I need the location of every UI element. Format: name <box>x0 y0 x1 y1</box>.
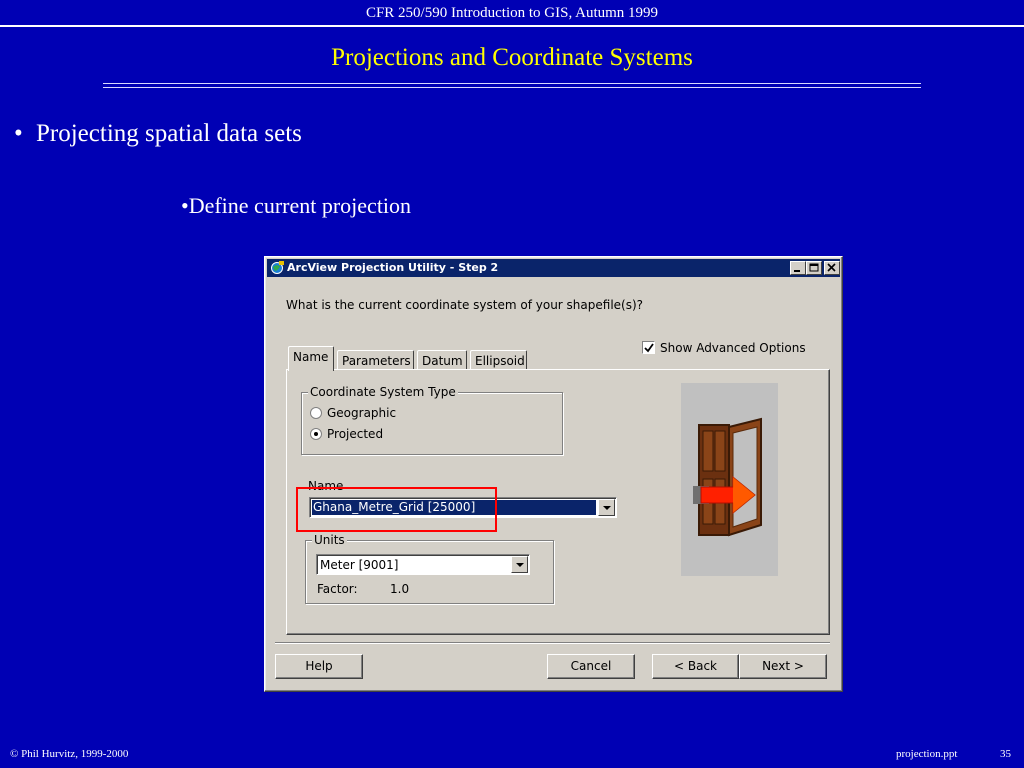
footer-filename: projection.ppt <box>896 748 958 760</box>
checkmark-icon <box>644 343 654 353</box>
slide-title: Projections and Coordinate Systems <box>331 44 693 71</box>
projection-utility-dialog: ArcView Projection Utility - Step 2 What… <box>264 256 843 692</box>
back-button[interactable]: < Back <box>652 654 739 679</box>
radio-geographic[interactable]: Geographic <box>310 406 396 420</box>
radio-projected[interactable]: Projected <box>310 427 383 441</box>
chevron-down-icon <box>603 506 611 510</box>
maximize-button[interactable] <box>806 261 822 275</box>
units-dropdown-arrow[interactable] <box>511 556 528 573</box>
tab-parameters[interactable]: Parameters <box>337 350 414 370</box>
coordinate-system-type-legend: Coordinate System Type <box>308 385 458 399</box>
slide-header: CFR 250/590 Introduction to GIS, Autumn … <box>0 0 1024 27</box>
help-button[interactable]: Help <box>275 654 363 679</box>
coordinate-system-question: What is the current coordinate system of… <box>286 298 644 312</box>
bullet-define-projection: •Define current projection <box>181 193 412 218</box>
dialog-titlebar[interactable]: ArcView Projection Utility - Step 2 <box>267 259 840 277</box>
chevron-down-icon <box>516 563 524 567</box>
maximize-icon <box>809 263 819 272</box>
bullet-projecting: • Projecting spatial data sets <box>14 120 302 148</box>
radio-projected-label: Projected <box>327 427 384 441</box>
tab-datum[interactable]: Datum <box>417 350 467 370</box>
cancel-button[interactable]: Cancel <box>547 654 635 679</box>
radio-button-selected[interactable] <box>310 428 322 440</box>
footer-page-number: 35 <box>1000 748 1011 760</box>
show-advanced-options-checkbox[interactable]: Show Advanced Options <box>642 341 806 355</box>
bullet-dot-icon: • <box>14 120 23 147</box>
footer-copyright: © Phil Hurvitz, 1999-2000 <box>10 748 129 760</box>
title-divider <box>103 83 921 88</box>
button-separator <box>275 642 830 644</box>
show-advanced-label: Show Advanced Options <box>660 341 806 355</box>
close-button[interactable] <box>824 261 840 275</box>
tab-ellipsoid[interactable]: Ellipsoid <box>470 350 527 370</box>
open-door-arrow-icon <box>693 417 762 537</box>
arcview-globe-icon <box>271 261 284 274</box>
checkbox-box[interactable] <box>642 341 655 354</box>
bullet-1-text: Projecting spatial data sets <box>36 120 302 147</box>
door-illustration <box>681 383 778 576</box>
red-highlight-box <box>296 487 497 532</box>
coordinate-system-type-group: Coordinate System Type Geographic Projec… <box>301 385 563 455</box>
factor-value: 1.0 <box>390 582 410 596</box>
units-legend: Units <box>312 533 347 547</box>
radio-button[interactable] <box>310 407 322 419</box>
close-icon <box>827 263 836 272</box>
dialog-title: ArcView Projection Utility - Step 2 <box>287 261 499 274</box>
radio-geographic-label: Geographic <box>327 406 397 420</box>
minimize-button[interactable] <box>790 261 806 275</box>
next-button[interactable]: Next > <box>739 654 827 679</box>
factor-label: Factor: <box>317 582 358 596</box>
name-dropdown-arrow[interactable] <box>598 499 615 516</box>
units-dropdown[interactable]: Meter [9001] <box>316 554 530 575</box>
minimize-icon <box>794 270 800 272</box>
units-dropdown-value: Meter [9001] <box>320 558 399 572</box>
factor-row: Factor: 1.0 <box>317 582 409 596</box>
tab-name[interactable]: Name <box>288 346 334 371</box>
